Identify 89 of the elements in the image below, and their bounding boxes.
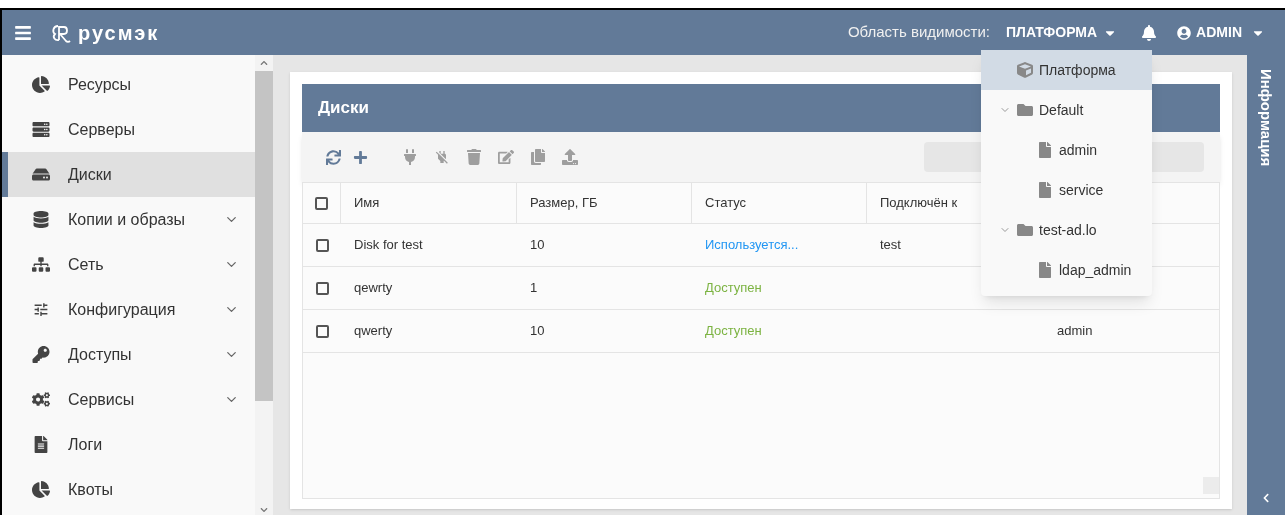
user-menu[interactable]: ADMIN	[1177, 22, 1265, 43]
sidebar-item[interactable]: Серверы	[2, 107, 255, 152]
sidebar-label: Квоты	[68, 479, 114, 500]
scope-label: Default	[1039, 100, 1084, 120]
card-title: Диски	[318, 97, 369, 120]
sidebar-item[interactable]: Копии и образы	[2, 197, 255, 242]
cube-icon	[1017, 62, 1033, 78]
scope-menu-item[interactable]: Default	[981, 90, 1152, 130]
copy-icon[interactable]	[530, 149, 546, 165]
unplug-icon[interactable]	[434, 149, 450, 165]
user-icon	[1177, 25, 1192, 40]
sidebar-label: Диски	[68, 164, 113, 185]
column-header[interactable]: Имя	[341, 183, 517, 223]
log-icon	[32, 436, 50, 453]
file-icon	[1037, 262, 1053, 278]
sidebar-item[interactable]: Ресурсы	[2, 62, 255, 107]
scroll-up-icon[interactable]	[260, 59, 268, 67]
trash-icon[interactable]	[466, 149, 482, 165]
menu-icon[interactable]	[14, 23, 32, 42]
table-cell-text: 10	[530, 236, 545, 255]
upload-icon[interactable]	[562, 149, 578, 165]
sidebar-item[interactable]: Квоты	[2, 467, 255, 512]
table-cell-text: qwerty	[354, 322, 393, 341]
sidebar-item[interactable]: Сеть	[2, 242, 255, 287]
status-text: Доступен	[705, 279, 762, 298]
scope-label: test-ad.lo	[1039, 220, 1097, 240]
sidebar-item[interactable]: Доступы	[2, 332, 255, 377]
scope-menu-item[interactable]: service	[981, 170, 1152, 210]
row-checkbox[interactable]	[315, 324, 329, 338]
scope-label: Область видимости:	[847, 22, 990, 43]
column-header[interactable]: Статус	[692, 183, 867, 223]
plug-icon[interactable]	[402, 149, 418, 165]
file-icon	[1037, 142, 1053, 158]
server-icon	[32, 121, 50, 138]
refresh-icon[interactable]	[326, 149, 341, 165]
gears-icon	[32, 391, 50, 408]
scope-label: ldap_admin	[1059, 260, 1132, 280]
row-checkbox[interactable]	[315, 281, 329, 295]
edit-icon[interactable]	[498, 149, 514, 165]
folder-icon	[1017, 102, 1033, 118]
column-header[interactable]: Размер, ГБ	[517, 183, 692, 223]
sidebar-label: Логи	[68, 434, 104, 455]
sidebar-label: Доступы	[68, 344, 133, 365]
scroll-thumb[interactable]	[255, 71, 273, 401]
pie-chart-icon	[32, 481, 50, 498]
info-panel[interactable]: Информация	[1247, 55, 1285, 515]
folder-icon	[1017, 222, 1033, 238]
sidebar-scrollbar[interactable]	[255, 55, 273, 515]
pie-chart-icon	[32, 76, 50, 93]
scope-menu-item[interactable]: Платформа	[981, 50, 1152, 90]
key-icon	[32, 346, 50, 363]
drive-icon	[32, 166, 50, 183]
table-cell-text: test	[880, 236, 901, 255]
sidebar-item[interactable]: Логи	[2, 422, 255, 467]
sidebar-label: Сеть	[68, 254, 105, 275]
row-checkbox[interactable]	[315, 238, 329, 252]
sidebar-label: Серверы	[68, 119, 136, 140]
network-icon	[32, 256, 50, 273]
sidebar-label: Копии и образы	[68, 209, 187, 230]
table-cell-text: 10	[530, 322, 545, 341]
status-text: Используется...	[705, 236, 799, 255]
database-icon	[32, 211, 50, 228]
sidebar-item[interactable]: Диски	[2, 152, 255, 197]
scope-label: admin	[1059, 140, 1098, 160]
scope-label: service	[1059, 180, 1104, 200]
scope-menu-item[interactable]: test-ad.lo	[981, 210, 1152, 250]
table-cell-text: Disk for test	[354, 236, 423, 255]
scope-menu-item[interactable]: admin	[981, 130, 1152, 170]
info-panel-title: Информация	[1257, 69, 1277, 167]
select-all-checkbox[interactable]	[315, 196, 328, 210]
sidebar-item[interactable]: Сервисы	[2, 377, 255, 422]
sidebar-label: Конфигурация	[68, 299, 177, 320]
sidebar-label: Ресурсы	[68, 74, 133, 95]
add-icon[interactable]	[353, 149, 368, 165]
sidebar-label: Сервисы	[68, 389, 136, 410]
table-cell-text: qewrty	[354, 279, 393, 298]
collapse-icon[interactable]	[1261, 493, 1271, 503]
status-text: Доступен	[705, 322, 762, 341]
scope-label: Платформа	[1039, 60, 1116, 80]
table-cell-text: admin	[1057, 322, 1093, 341]
table-cell-text: 1	[530, 279, 538, 298]
scope-menu-item[interactable]: ldap_admin	[981, 250, 1152, 290]
sidebar-item[interactable]: Конфигурация	[2, 287, 255, 332]
bell-icon[interactable]	[1141, 24, 1158, 41]
file-icon	[1037, 182, 1053, 198]
logo-text: русмэк	[78, 20, 160, 46]
scope-dropdown[interactable]: ПЛАТФОРМА	[1006, 22, 1118, 43]
sliders-icon	[32, 301, 50, 318]
scroll-down-icon[interactable]	[260, 506, 268, 514]
